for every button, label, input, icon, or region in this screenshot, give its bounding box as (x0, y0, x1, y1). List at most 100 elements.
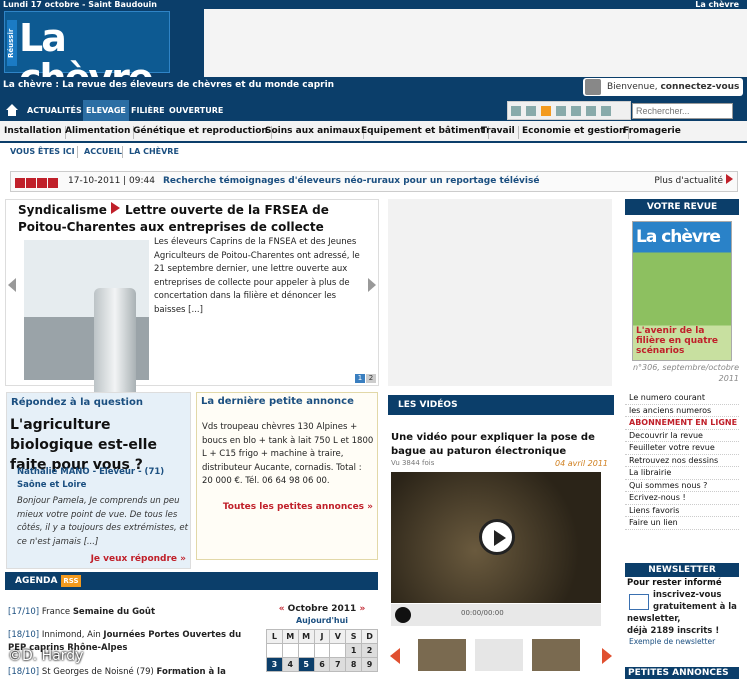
font-increase-icon[interactable] (511, 106, 521, 116)
calendar-day[interactable]: 1 (345, 643, 363, 658)
share-icon[interactable] (586, 106, 596, 116)
issue-number: n°306, septembre/octobre 2011 (632, 363, 739, 383)
cat-equipement[interactable]: Equipement et bâtiment (361, 126, 489, 139)
email-icon[interactable] (571, 106, 581, 116)
revue-link[interactable]: Faire un lien (625, 517, 739, 530)
thumbs-next-icon[interactable] (602, 648, 612, 664)
cat-alimentation[interactable]: Alimentation (65, 126, 135, 139)
classified-heading: La dernière petite annonce (201, 396, 354, 407)
calendar-day[interactable]: 7 (329, 657, 347, 672)
cat-fromagerie[interactable]: Fromagerie (623, 126, 684, 139)
cat-soins[interactable]: Soins aux animaux (265, 126, 365, 139)
revue-heading: VOTRE REVUE (625, 199, 739, 215)
newsletter-intro: Pour rester informé (627, 578, 722, 588)
logo-reussir: Réussir (7, 20, 17, 66)
cat-travail[interactable]: Travail (481, 126, 519, 139)
pager-2[interactable]: 2 (366, 374, 376, 383)
play-button[interactable] (395, 607, 411, 623)
revue-link[interactable]: les anciens numeros (625, 405, 739, 417)
more-news-link[interactable]: Plus d'actualité (654, 172, 733, 191)
photo-credit: ©D. Hardy (8, 648, 84, 664)
reply-link[interactable]: Je veux répondre » (91, 554, 186, 564)
envelope-icon[interactable] (629, 594, 649, 610)
classified-box: La dernière petite annonce Vds troupeau … (196, 392, 378, 560)
home-icon[interactable] (5, 103, 19, 117)
slider-pager: 12 (354, 374, 376, 383)
calendar-next[interactable]: » (359, 604, 365, 614)
nav-actualites[interactable]: ACTUALITÉS (27, 100, 82, 121)
revue-link[interactable]: Le numero courant (625, 392, 739, 405)
all-classifieds-link[interactable]: Toutes les petites annonces » (223, 502, 373, 512)
agenda-item[interactable]: [17/10] France Semaine du Goût (8, 606, 260, 619)
featured-image[interactable] (24, 240, 149, 398)
cover-title: La chèvre (636, 227, 721, 247)
calendar-day[interactable]: 4 (281, 657, 299, 672)
revue-links: Le numero courant les anciens numeros AB… (625, 392, 739, 530)
rss-icon[interactable]: RSS (61, 575, 81, 587)
magazine-cover[interactable]: La chèvre L'avenir de la filière en quat… (632, 221, 732, 361)
revue-link[interactable]: Ecrivez-nous ! (625, 492, 739, 505)
calendar-month: « Octobre 2011 » (278, 604, 366, 614)
video-thumbnails (388, 636, 614, 674)
font-decrease-icon[interactable] (526, 106, 536, 116)
breadcrumb: VOUS ÊTES ICI ACCUEIL LA CHÈVRE (0, 143, 380, 161)
question-author: Nathalie MANO - Eleveur - (71) Saône et … (17, 467, 165, 490)
video-thumb[interactable] (418, 639, 466, 671)
video-player[interactable] (391, 472, 601, 603)
cat-genetique[interactable]: Génétique et reproduction (133, 126, 272, 139)
top-bar-site[interactable]: La chèvre (695, 0, 739, 9)
login-link[interactable]: connectez-vous (660, 82, 739, 92)
ticker-controls[interactable] (15, 176, 59, 195)
slider-prev-icon[interactable] (8, 278, 16, 292)
question-heading: Répondez à la question (11, 397, 143, 408)
newsletter-example-link[interactable]: Exemple de newsletter (625, 637, 739, 646)
ticker-headline[interactable]: Recherche témoignages d'éleveurs néo-rur… (163, 172, 539, 191)
calendar: « Octobre 2011 » Aujourd'hui LMMJVSD 12 … (266, 604, 378, 672)
nav-filiere[interactable]: FILIÈRE (131, 100, 165, 121)
revue-link[interactable]: Qui sommes nous ? (625, 480, 739, 492)
print-icon[interactable] (556, 106, 566, 116)
breadcrumb-la-chevre[interactable]: LA CHÈVRE (129, 143, 179, 161)
breadcrumb-accueil[interactable]: ACCUEIL (84, 143, 122, 161)
arrow-right-icon (726, 174, 733, 184)
agenda-title: AGENDA (15, 576, 58, 586)
bookmark-icon[interactable] (601, 106, 611, 116)
revue-link[interactable]: Decouvrir la revue (625, 430, 739, 442)
site-logo[interactable]: Réussir La chèvre (4, 11, 170, 98)
video-title[interactable]: Une vidéo pour expliquer la pose de bagu… (391, 431, 611, 459)
calendar-day[interactable]: 9 (361, 657, 378, 672)
ad-space (388, 199, 612, 386)
newsletter-word: newsletter, (627, 614, 681, 624)
rss-icon[interactable] (541, 106, 551, 116)
featured-title[interactable]: Syndicalisme Lettre ouverte de la FRSEA d… (18, 202, 373, 236)
login-box[interactable]: Bienvenue, connectez-vous (583, 78, 743, 96)
slider-next-icon[interactable] (368, 278, 376, 292)
revue-link[interactable]: Feuilleter votre revue (625, 442, 739, 455)
calendar-prev[interactable]: « (279, 604, 285, 614)
search-input[interactable] (632, 103, 733, 119)
newsletter-heading: NEWSLETTER (625, 563, 739, 577)
agenda-item[interactable]: [18/10] St Georges de Noisné (79) Format… (8, 666, 260, 679)
video-views: Vu 3844 fois (391, 459, 435, 467)
pager-1[interactable]: 1 (355, 374, 365, 383)
play-icon[interactable] (479, 519, 515, 555)
calendar-day[interactable]: 8 (345, 657, 363, 672)
calendar-day[interactable]: 5 (297, 657, 315, 672)
nav-elevage[interactable]: ELEVAGE (83, 100, 129, 121)
calendar-day[interactable]: 2 (361, 643, 378, 658)
thumbs-prev-icon[interactable] (390, 648, 400, 664)
video-thumb[interactable] (532, 639, 580, 671)
revue-sidebar: VOTRE REVUE La chèvre L'avenir de la fil… (625, 199, 739, 530)
calendar-day[interactable]: 3 (266, 657, 283, 672)
calendar-today[interactable]: Aujourd'hui (266, 616, 378, 629)
nav-ouverture[interactable]: OUVERTURE (169, 100, 223, 121)
cat-installation[interactable]: Installation (4, 126, 66, 139)
subscribe-link[interactable]: ABONNEMENT EN LIGNE (625, 417, 739, 430)
revue-link[interactable]: Retrouvez nos dessins (625, 455, 739, 467)
featured-article: Syndicalisme Lettre ouverte de la FRSEA d… (5, 199, 379, 398)
cat-economie[interactable]: Economie et gestion (522, 126, 630, 139)
calendar-day[interactable]: 6 (313, 657, 331, 672)
video-thumb[interactable] (475, 639, 523, 671)
revue-link[interactable]: Liens favoris (625, 505, 739, 517)
revue-link[interactable]: La librairie (625, 467, 739, 480)
